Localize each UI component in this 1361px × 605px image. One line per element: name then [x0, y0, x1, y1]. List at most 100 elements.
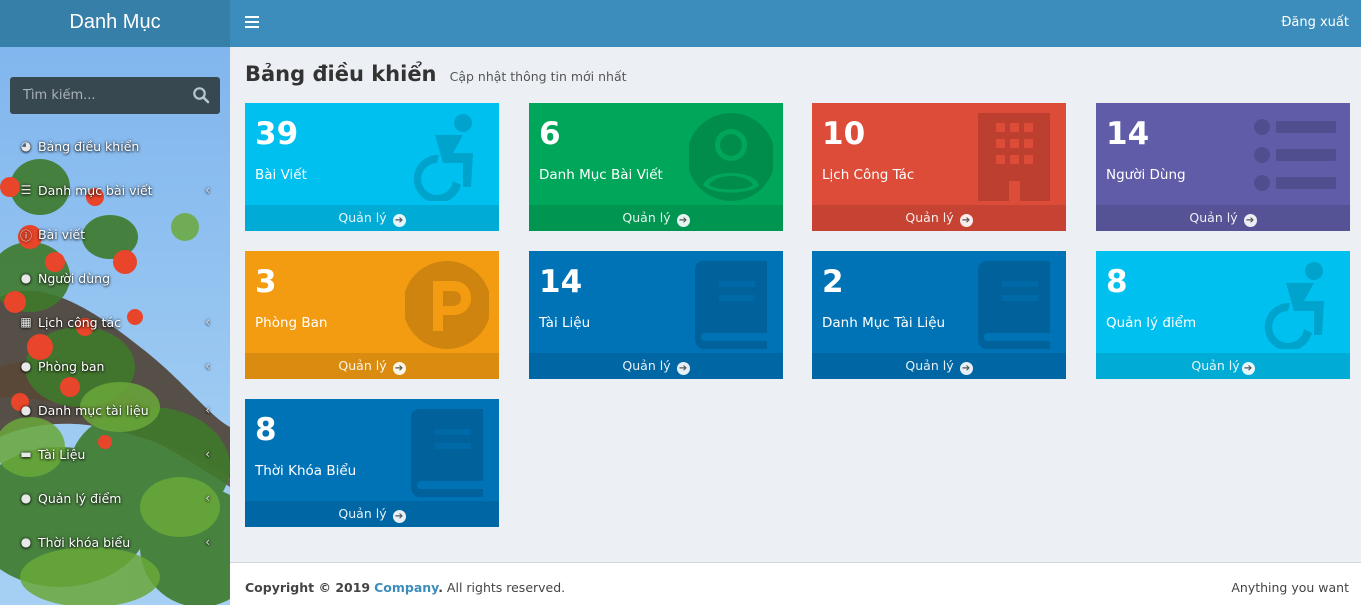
sidebar-item-timetable[interactable]: ● Thời khóa biểu ‹ — [0, 520, 230, 564]
info-icon: ⓘ — [19, 229, 32, 243]
users-icon: ● — [20, 403, 32, 417]
sidebar-item-grades[interactable]: ● Quản lý điểm ‹ — [0, 476, 230, 520]
stat-count: 10 — [822, 116, 866, 152]
app-brand[interactable]: Danh Mục — [0, 0, 230, 47]
sidebar-item-users[interactable]: ● Người dùng — [0, 256, 230, 300]
stat-count: 14 — [539, 264, 583, 300]
calendar-icon: ▦ — [20, 315, 32, 329]
sidebar-item-document-categories[interactable]: ● Danh mục tài liệu ‹ — [0, 388, 230, 432]
users-icon: ● — [20, 491, 32, 505]
stat-box-schedule: 10 Lịch Công Tác Quản lý ➔ — [812, 103, 1066, 231]
stat-count: 14 — [1106, 116, 1150, 152]
chevron-left-icon: ‹ — [205, 491, 210, 505]
sidebar-item-label: Danh mục bài viết — [38, 182, 153, 198]
arrow-circle-right-icon: ➔ — [392, 214, 406, 227]
stat-count: 2 — [822, 264, 844, 300]
sidebar-item-dashboard[interactable]: ◕ Bảng điều khiển — [0, 124, 230, 168]
stat-box-post-categories: 6 Danh Mục Bài Viết Quản lý ➔ — [529, 103, 783, 231]
footer-right-text: Anything you want — [1231, 580, 1349, 595]
arrow-circle-right-icon: ➔ — [1243, 214, 1257, 227]
stat-label: Thời Khóa Biểu — [255, 463, 357, 479]
stat-box-users: 14 Người Dùng Quản lý ➔ — [1096, 103, 1350, 231]
users-icon: ● — [20, 535, 32, 549]
stat-box-grades: 8 Quản lý điểm Quản lý ➔ — [1096, 251, 1350, 379]
manage-link[interactable]: Quản lý ➔ — [245, 501, 499, 527]
users-icon: ● — [20, 359, 32, 373]
stat-box-posts: 39 Bài Viết Quản lý ➔ — [245, 103, 499, 231]
stat-count: 6 — [539, 116, 561, 152]
manage-link[interactable]: Quản lý ➔ — [812, 205, 1066, 231]
manage-link[interactable]: Quản lý ➔ — [812, 353, 1066, 379]
stat-count: 39 — [255, 116, 299, 152]
book-icon — [978, 261, 1050, 349]
manage-link[interactable]: Quản lý ➔ — [245, 205, 499, 231]
sidebar-item-label: Phòng ban — [38, 358, 105, 374]
manage-link[interactable]: Quản lý ➔ — [529, 205, 783, 231]
sidebar-item-label: Bài viết — [38, 226, 86, 242]
stat-label: Người Dùng — [1106, 167, 1186, 183]
sidebar-menu: ◕ Bảng điều khiển ☰ Danh mục bài viết ‹ … — [0, 124, 230, 564]
sidebar-item-schedule[interactable]: ▦ Lịch công tác ‹ — [0, 300, 230, 344]
arrow-circle-right-icon: ➔ — [676, 214, 690, 227]
sidebar-item-documents[interactable]: ▬ Tài Liệu ‹ — [0, 432, 230, 476]
list-icon — [1254, 119, 1336, 191]
chevron-left-icon: ‹ — [205, 315, 210, 329]
stat-count: 8 — [255, 412, 277, 448]
page-footer: Copyright © 2019 Company. All rights res… — [230, 562, 1361, 605]
chevron-left-icon: ‹ — [205, 403, 210, 417]
sidebar-item-post-categories[interactable]: ☰ Danh mục bài viết ‹ — [0, 168, 230, 212]
chevron-left-icon: ‹ — [205, 183, 210, 197]
book-icon — [411, 409, 483, 497]
logout-link[interactable]: Đăng xuất — [1281, 15, 1349, 30]
company-link[interactable]: Company — [374, 580, 438, 595]
arrow-circle-right-icon: ➔ — [959, 214, 973, 227]
sidebar-item-label: Lịch công tác — [38, 314, 121, 330]
sidebar: Danh Mục ◕ Bảng điều khiển ☰ Danh mục bà… — [0, 0, 230, 605]
page-subtitle: Cập nhật thông tin mới nhất — [449, 69, 627, 84]
sidebar-item-posts[interactable]: ⓘ Bài viết — [0, 212, 230, 256]
search-icon[interactable] — [192, 86, 210, 104]
dashboard-icon: ◕ — [20, 139, 32, 153]
manage-link[interactable]: Quản lý ➔ — [1096, 205, 1350, 231]
sidebar-item-label: Người dùng — [38, 270, 111, 286]
folder-icon: ▬ — [20, 447, 32, 461]
parking-icon — [405, 261, 489, 349]
stat-count: 3 — [255, 264, 277, 300]
stat-box-document-categories: 2 Danh Mục Tài Liệu Quản lý ➔ — [812, 251, 1066, 379]
stat-label: Phòng Ban — [255, 315, 328, 331]
chevron-left-icon: ‹ — [205, 359, 210, 373]
stat-label: Quản lý điểm — [1106, 315, 1197, 331]
stat-label: Tài Liệu — [539, 315, 591, 331]
top-navbar: Đăng xuất — [230, 0, 1361, 47]
stat-label: Bài Viết — [255, 167, 307, 183]
manage-link[interactable]: Quản lý ➔ — [1096, 353, 1350, 379]
manage-link[interactable]: Quản lý ➔ — [245, 353, 499, 379]
building-icon — [978, 113, 1050, 201]
arrow-circle-right-icon: ➔ — [676, 362, 690, 375]
copyright: Copyright © 2019 Company. All rights res… — [245, 580, 566, 595]
arrow-circle-right-icon: ➔ — [392, 510, 406, 523]
chevron-left-icon: ‹ — [205, 447, 210, 461]
hamburger-icon — [245, 16, 259, 18]
stat-box-documents: 14 Tài Liệu Quản lý ➔ — [529, 251, 783, 379]
sidebar-search — [10, 77, 220, 114]
sidebar-toggle-button[interactable] — [245, 16, 259, 30]
stat-box-timetable: 8 Thời Khóa Biểu Quản lý ➔ — [245, 399, 499, 527]
chevron-left-icon: ‹ — [205, 535, 210, 549]
sidebar-item-label: Thời khóa biểu — [38, 534, 131, 550]
stat-label: Danh Mục Bài Viết — [539, 167, 663, 183]
list-icon: ☰ — [20, 183, 32, 197]
accessibility-icon — [1264, 262, 1324, 349]
accessibility-icon — [413, 114, 473, 201]
sidebar-item-label: Tài Liệu — [38, 446, 86, 462]
users-icon: ● — [20, 271, 32, 285]
user-circle-icon — [689, 113, 773, 201]
arrow-circle-right-icon: ➔ — [392, 362, 406, 375]
manage-link[interactable]: Quản lý ➔ — [529, 353, 783, 379]
sidebar-item-label: Bảng điều khiển — [38, 138, 140, 154]
book-icon — [695, 261, 767, 349]
stat-label: Danh Mục Tài Liệu — [822, 315, 946, 331]
sidebar-item-label: Quản lý điểm — [38, 490, 122, 506]
sidebar-item-departments[interactable]: ● Phòng ban ‹ — [0, 344, 230, 388]
search-input[interactable] — [10, 77, 185, 114]
